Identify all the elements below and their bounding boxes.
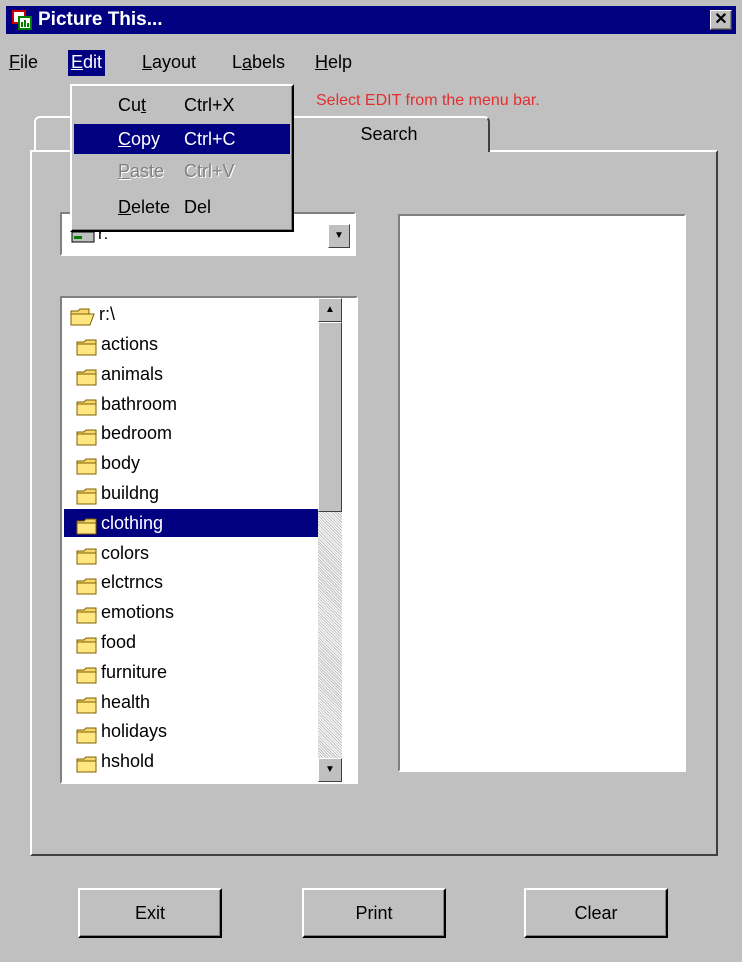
scroll-up-button[interactable]: ▲	[318, 298, 342, 322]
folder-icon	[76, 753, 98, 773]
folder-icon	[76, 336, 98, 356]
dropdown-arrow-icon: ▼	[334, 230, 344, 241]
folder-icon	[76, 664, 98, 684]
folder-icon	[76, 694, 98, 714]
folder-label: emotions	[101, 602, 175, 623]
folder-icon	[76, 426, 98, 446]
clear-button[interactable]: Clear	[524, 888, 668, 938]
folder-label: furniture	[101, 661, 168, 682]
folder-label: bathroom	[101, 393, 178, 414]
menu-bar: File Edit Layout Labels Help	[6, 50, 736, 76]
folder-icon	[76, 545, 98, 565]
drive-dropdown-button[interactable]: ▼	[328, 224, 350, 248]
folder-item-actions[interactable]: actions	[76, 330, 158, 358]
folder-item-emotions[interactable]: emotions	[76, 598, 174, 626]
folder-icon	[76, 515, 98, 535]
menu-labels[interactable]: Labels	[229, 50, 288, 76]
folder-list[interactable]: r:\ actions animals bathroom bedroom body buil…	[60, 296, 358, 784]
menu-file[interactable]: File	[6, 50, 41, 76]
menu-item-cut[interactable]: Cut Ctrl+X	[74, 90, 290, 120]
folder-item-clothing[interactable]: clothing	[64, 508, 326, 537]
folder-label: animals	[101, 363, 164, 384]
folder-icon	[76, 366, 98, 386]
folder-icon	[76, 396, 98, 416]
app-icon	[12, 10, 32, 30]
folder-item-food[interactable]: food	[76, 628, 136, 656]
folder-root[interactable]: r:\	[70, 300, 115, 328]
hint-text: Select EDIT from the menu bar.	[316, 92, 540, 109]
picture-preview	[398, 214, 686, 772]
folder-item-animals[interactable]: animals	[76, 360, 163, 388]
folder-item-buildng[interactable]: buildng	[76, 479, 159, 507]
folder-label: food	[101, 632, 137, 652]
menu-edit[interactable]: Edit	[68, 50, 106, 76]
folder-item-colors[interactable]: colors	[76, 539, 149, 567]
folder-label: buildng	[101, 483, 160, 503]
folder-item-elctrncs[interactable]: elctrncs	[76, 568, 163, 596]
scroll-thumb[interactable]	[318, 322, 342, 512]
folder-label: bedroom	[101, 423, 173, 444]
scroll-up-arrow-icon: ▲	[325, 304, 335, 315]
folder-icon	[76, 724, 98, 744]
menu-layout[interactable]: Layout	[139, 50, 199, 76]
close-button[interactable]: ✕	[710, 10, 732, 30]
folder-label: health	[101, 691, 151, 712]
folder-icon	[76, 455, 98, 475]
tab-search-label: Search	[360, 124, 418, 144]
folder-item-holidays[interactable]: holidays	[76, 717, 167, 745]
folder-list-scrollbar[interactable]: ▲ ▼	[318, 298, 342, 782]
folder-label: clothing	[101, 512, 164, 533]
folder-icon	[76, 634, 98, 654]
title-bar: Picture This... ✕	[6, 6, 736, 34]
folder-label: actions	[101, 334, 159, 354]
tab-search[interactable]: Search	[290, 116, 490, 152]
close-icon: ✕	[714, 11, 728, 28]
folder-label: colors	[101, 542, 150, 563]
folder-label: body	[101, 453, 141, 474]
folder-item-hshold[interactable]: hshold	[76, 747, 154, 775]
menu-item-delete[interactable]: Delete Del	[74, 192, 290, 222]
folder-label: hshold	[101, 751, 155, 772]
folder-item-bathroom[interactable]: bathroom	[76, 390, 177, 418]
exit-button[interactable]: Exit	[78, 888, 222, 938]
folder-item-bedroom[interactable]: bedroom	[76, 419, 172, 447]
menu-help[interactable]: Help	[312, 50, 355, 76]
folder-item-furniture[interactable]: furniture	[76, 658, 167, 686]
folder-icon	[76, 604, 98, 624]
folder-icon	[76, 575, 98, 595]
menu-item-paste: Paste Ctrl+V	[118, 161, 235, 181]
window-title: Picture This...	[38, 9, 163, 30]
folder-icon	[76, 485, 98, 505]
scroll-down-button[interactable]: ▼	[318, 758, 342, 782]
folder-item-body[interactable]: body	[76, 449, 140, 477]
folder-root-label: r:\	[99, 304, 115, 324]
menu-item-copy[interactable]: Copy Ctrl+C	[74, 124, 290, 154]
edit-menu: Cut Ctrl+X Copy Ctrl+C Paste Ctrl+V Dele…	[70, 84, 294, 232]
print-button[interactable]: Print	[302, 888, 446, 938]
folder-label: elctrncs	[101, 572, 164, 593]
folder-label: holidays	[101, 721, 168, 742]
scroll-down-arrow-icon: ▼	[325, 764, 335, 775]
folder-open-icon	[70, 306, 96, 326]
folder-item-health[interactable]: health	[76, 688, 150, 716]
